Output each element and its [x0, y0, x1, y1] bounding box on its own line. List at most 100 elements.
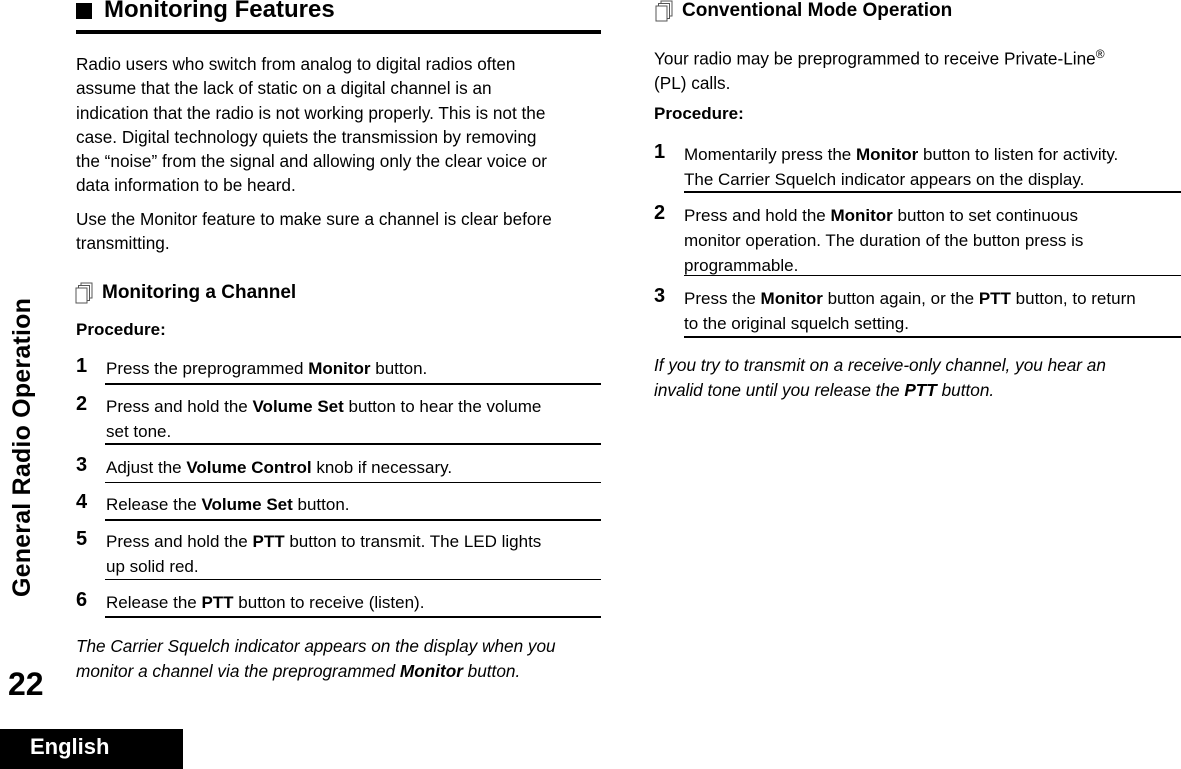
text-run: Release the	[106, 593, 202, 612]
step-text: Press and hold the PTT button to transmi…	[106, 529, 612, 579]
left-note: The Carrier Squelch indicator appears on…	[76, 634, 556, 684]
bold-term: PTT	[252, 532, 285, 551]
bold-term: Monitor	[855, 145, 919, 164]
step-divider	[105, 383, 601, 385]
step-line: Press and hold the PTT button to transmi…	[106, 529, 612, 554]
text-run: Momentarily press the	[684, 145, 856, 164]
text-run: knob if necessary.	[311, 458, 453, 477]
section-heading-text: Monitoring Features	[104, 0, 335, 23]
text-run: to the original squelch setting.	[684, 314, 909, 333]
paragraph-line: case. Digital technology quiets the tran…	[76, 126, 537, 147]
intro-line: (PL) calls.	[654, 73, 731, 94]
step-text: Adjust the Volume Control knob if necess…	[106, 455, 612, 480]
chapter-title: General Radio Operation	[8, 297, 37, 598]
step-line: Adjust the Volume Control knob if necess…	[106, 455, 612, 480]
step-line: Press and hold the Monitor button to set…	[684, 203, 1181, 228]
step-number: 2	[654, 202, 666, 224]
step-text: Press the preprogrammed Monitor button.	[106, 356, 612, 381]
step-text: Release the PTT button to receive (liste…	[106, 590, 612, 615]
step-number: 5	[76, 528, 88, 550]
right-note: If you try to transmit on a receive-only…	[654, 353, 1106, 403]
step-text: Press and hold the Monitor button to set…	[684, 203, 1181, 278]
text-run: monitor a channel via the preprogrammed	[76, 661, 400, 681]
procedure-label: Procedure:	[76, 320, 166, 339]
note-line: monitor a channel via the preprogrammed …	[76, 659, 556, 684]
intro-paragraph-1: Radio users who switch from analog to di…	[76, 52, 547, 198]
text-run: button.	[462, 661, 521, 681]
bold-term: Monitor	[399, 661, 463, 681]
step-divider	[684, 336, 1181, 338]
step-line: Press the preprogrammed Monitor button.	[106, 356, 612, 381]
note-line: If you try to transmit on a receive-only…	[654, 353, 1106, 378]
paragraph-line: assume that the lack of static on a digi…	[76, 78, 492, 99]
bold-term: Volume Set	[201, 495, 293, 514]
step-divider	[105, 443, 601, 445]
step-number: 6	[76, 589, 88, 611]
text-run: programmable.	[684, 256, 799, 275]
step-text: Press the Monitor button again, or the P…	[684, 286, 1181, 336]
paragraph-line: data information to be heard.	[76, 175, 296, 196]
step-divider	[684, 275, 1181, 276]
bold-term: Monitor	[760, 289, 823, 308]
bold-term: Volume Set	[252, 397, 344, 416]
step-number: 2	[76, 393, 88, 415]
step-line: up solid red.	[106, 554, 612, 579]
subheading-monitoring-channel: Monitoring a Channel	[74, 282, 296, 304]
text-run: button again, or the	[822, 289, 979, 308]
language-label: English	[30, 734, 110, 759]
text-run: Press the	[684, 289, 761, 308]
text-run: Press and hold the	[106, 397, 253, 416]
text-run: button.	[936, 380, 995, 400]
intro-paragraph-2: Use the Monitor feature to make sure a c…	[76, 207, 552, 256]
heading-rule	[76, 30, 601, 34]
step-divider	[105, 482, 601, 483]
paragraph-line: transmitting.	[76, 233, 170, 254]
step-number: 1	[654, 141, 666, 163]
text-run: button, to return	[1010, 289, 1136, 308]
step-line: Press and hold the Volume Set button to …	[106, 394, 612, 419]
page-number: 22	[8, 666, 44, 702]
square-bullet-icon	[76, 3, 92, 19]
text-run: up solid red.	[106, 557, 199, 576]
chapter-side-tab: General Radio Operation	[2, 270, 44, 625]
text-run: Press the preprogrammed	[106, 359, 309, 378]
paragraph-line: indication that the radio is not working…	[76, 102, 546, 123]
text-run: monitor operation. The duration of the b…	[684, 231, 1084, 250]
subheading-text: Monitoring a Channel	[102, 282, 297, 303]
step-number: 3	[76, 454, 88, 476]
text-run: set tone.	[106, 422, 172, 441]
text-run: Adjust the	[106, 458, 187, 477]
paragraph-line: the “noise” from the signal and allowing…	[76, 151, 547, 172]
note-pages-icon	[75, 282, 93, 304]
section-heading: Monitoring Features	[76, 0, 335, 24]
paragraph-line: Radio users who switch from analog to di…	[76, 54, 516, 74]
text-run: If you try to transmit on a receive-only…	[654, 355, 1106, 375]
procedure-label: Procedure:	[654, 104, 744, 123]
language-tab: English	[0, 729, 183, 769]
intro-line: Your radio may be preprogrammed to recei…	[654, 48, 1096, 69]
step-text: Release the Volume Set button.	[106, 492, 612, 517]
text-run: button.	[292, 495, 350, 514]
text-run: button to hear the volume	[343, 397, 542, 416]
bold-term: PTT	[904, 380, 937, 400]
text-run: button to transmit. The LED lights	[284, 532, 542, 551]
bold-term: PTT	[201, 593, 234, 612]
step-number: 1	[76, 355, 88, 377]
subheading-conventional-mode: Conventional Mode Operation	[654, 0, 952, 22]
subheading-text: Conventional Mode Operation	[682, 0, 953, 21]
note-pages-icon	[655, 0, 673, 22]
step-line: set tone.	[106, 419, 612, 444]
step-text: Momentarily press the Monitor button to …	[684, 142, 1181, 192]
step-divider	[105, 519, 601, 521]
bold-term: Volume Control	[186, 458, 312, 477]
step-divider	[105, 579, 601, 580]
step-line: to the original squelch setting.	[684, 311, 1181, 336]
step-line: Release the Volume Set button.	[106, 492, 612, 517]
conventional-intro: Your radio may be preprogrammed to recei…	[654, 42, 1105, 95]
note-line: The Carrier Squelch indicator appears on…	[76, 634, 556, 659]
bold-term: Monitor	[308, 359, 371, 378]
step-number: 3	[654, 285, 666, 307]
step-divider	[684, 191, 1181, 193]
registered-mark: ®	[1095, 47, 1105, 61]
bold-term: PTT	[978, 289, 1011, 308]
